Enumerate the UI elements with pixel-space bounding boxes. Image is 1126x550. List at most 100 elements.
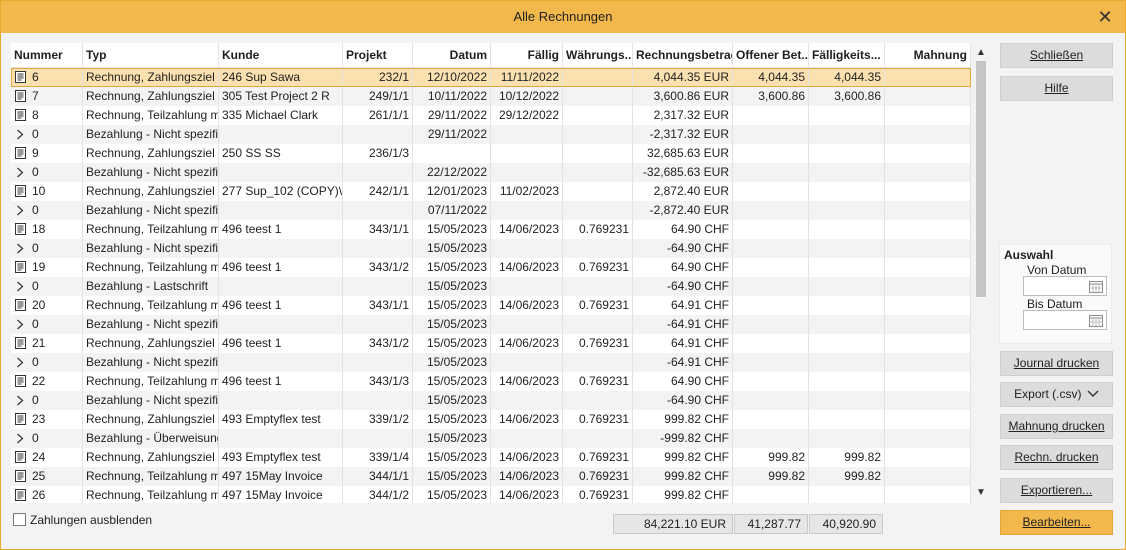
cell-wkurs: [563, 68, 633, 87]
invoice-icon[interactable]: [14, 107, 26, 125]
invoice-icon[interactable]: [14, 487, 26, 503]
table-row[interactable]: 0 Bezahlung - Nicht spezifizi 07/11/2022 -2…: [11, 201, 971, 220]
column-header-kunde[interactable]: Kunde: [219, 43, 343, 67]
cell-faellig: [491, 239, 563, 258]
cell-projekt: [343, 315, 413, 334]
chevron-right-icon[interactable]: [14, 126, 26, 144]
cell-fkeit: [809, 296, 885, 315]
invoice-icon[interactable]: [14, 88, 26, 106]
close-icon[interactable]: ✕: [1095, 7, 1115, 27]
invoice-icon[interactable]: [14, 297, 26, 315]
invoice-icon[interactable]: [14, 183, 26, 201]
chevron-right-icon[interactable]: [14, 392, 26, 410]
table-row[interactable]: 24 Rechnung, Zahlungsziel 493 Emptyflex te…: [11, 448, 971, 467]
table-row[interactable]: 0 Bezahlung - Nicht spezifizi 15/05/2023 -6…: [11, 239, 971, 258]
bearbeiten-button[interactable]: Bearbeiten...: [1000, 510, 1113, 535]
table-row[interactable]: 0 Bezahlung - Lastschrift 15/05/2023 -64.90…: [11, 277, 971, 296]
table-row[interactable]: 0 Bezahlung - Nicht spezifizi 22/12/2022 -3…: [11, 163, 971, 182]
table-row[interactable]: 23 Rechnung, Zahlungsziel 493 Emptyflex te…: [11, 410, 971, 429]
cell-offen: 999.82: [733, 467, 809, 486]
invoice-icon[interactable]: [14, 335, 26, 353]
cell-projekt: 242/1/1: [343, 182, 413, 201]
table-row[interactable]: 19 Rechnung, Teilzahlung mit 496 teest 1 34…: [11, 258, 971, 277]
scroll-down-icon[interactable]: ▼: [973, 485, 989, 501]
bis-datum-input[interactable]: [1023, 310, 1107, 330]
cell-betrag: 999.82 CHF: [633, 467, 733, 486]
table-row[interactable]: 26 Rechnung, Teilzahlung mit 497 15May Inv…: [11, 486, 971, 503]
calendar-icon[interactable]: [1089, 314, 1103, 327]
column-header-datum[interactable]: Datum: [413, 43, 491, 67]
chevron-right-icon[interactable]: [14, 164, 26, 182]
cell-faellig: 14/06/2023: [491, 258, 563, 277]
table-row[interactable]: 8 Rechnung, Teilzahlung mit 335 Michael Cl…: [11, 106, 971, 125]
cell-projekt: 236/1/3: [343, 144, 413, 163]
cell-offen: [733, 391, 809, 410]
hide-payments-toggle[interactable]: Zahlungen ausblenden: [13, 512, 152, 528]
hide-payments-checkbox[interactable]: [13, 513, 26, 526]
von-datum-input[interactable]: [1023, 276, 1107, 296]
column-header-typ[interactable]: Typ: [83, 43, 219, 67]
mahnung-drucken-button[interactable]: Mahnung drucken: [1000, 414, 1113, 439]
invoice-icon[interactable]: [14, 449, 26, 467]
column-header-mahnung[interactable]: Mahnung: [885, 43, 971, 67]
cell-typ: Bezahlung - Nicht spezifizi: [83, 201, 219, 220]
cell-betrag: 64.90 CHF: [633, 258, 733, 277]
table-row[interactable]: 0 Bezahlung - Überweisung 15/05/2023 -999.8…: [11, 429, 971, 448]
chevron-right-icon[interactable]: [14, 278, 26, 296]
table-row[interactable]: 10 Rechnung, Zahlungsziel 277 Sup_102 (COP…: [11, 182, 971, 201]
invoice-icon[interactable]: [14, 145, 26, 163]
table-row[interactable]: 0 Bezahlung - Nicht spezifizi 15/05/2023 -6…: [11, 315, 971, 334]
table-scrollbar[interactable]: ▲ ▼: [973, 43, 989, 503]
table-row[interactable]: 22 Rechnung, Teilzahlung mit 496 teest 1 34…: [11, 372, 971, 391]
schliessen-button[interactable]: Schließen: [1000, 43, 1113, 68]
column-header-wkurs[interactable]: Währungs...: [563, 43, 633, 67]
cell-fkeit: 3,600.86: [809, 87, 885, 106]
column-header-offen[interactable]: Offener Bet...: [733, 43, 809, 67]
column-header-num[interactable]: Nummer: [11, 43, 83, 67]
invoice-number: 6: [32, 70, 39, 84]
table-row[interactable]: 9 Rechnung, Zahlungsziel 250 SS SS 236/1/3 3…: [11, 144, 971, 163]
chevron-right-icon[interactable]: [14, 430, 26, 448]
table-row[interactable]: 6 Rechnung, Zahlungsziel 246 Sup Sawa 232/1…: [11, 68, 971, 87]
table-row[interactable]: 0 Bezahlung - Nicht spezifizi 15/05/2023 -6…: [11, 353, 971, 372]
cell-kunde: 246 Sup Sawa: [219, 68, 343, 87]
table-row[interactable]: 25 Rechnung, Teilzahlung mit 497 15May Inv…: [11, 467, 971, 486]
cell-offen: [733, 106, 809, 125]
scroll-thumb[interactable]: [976, 61, 986, 297]
invoice-icon[interactable]: [14, 468, 26, 486]
chevron-right-icon[interactable]: [14, 316, 26, 334]
invoice-icon[interactable]: [14, 373, 26, 391]
invoice-icon[interactable]: [14, 411, 26, 429]
cell-datum: 22/12/2022: [413, 163, 491, 182]
cell-faellig: [491, 277, 563, 296]
hide-payments-label: Zahlungen ausblenden: [30, 513, 153, 527]
calendar-icon[interactable]: [1089, 280, 1103, 293]
export-csv-button[interactable]: Export (.csv): [1000, 382, 1113, 407]
invoice-icon[interactable]: [14, 259, 26, 277]
table-row[interactable]: 0 Bezahlung - Nicht spezifizi 15/05/2023 -6…: [11, 391, 971, 410]
chevron-right-icon[interactable]: [14, 240, 26, 258]
hilfe-button[interactable]: Hilfe: [1000, 76, 1113, 101]
table-row[interactable]: 0 Bezahlung - Nicht spezifizi 29/11/2022 -2…: [11, 125, 971, 144]
column-header-projekt[interactable]: Projekt: [343, 43, 413, 67]
chevron-right-icon[interactable]: [14, 354, 26, 372]
column-header-betrag[interactable]: Rechnungsbetrag: [633, 43, 733, 67]
column-header-fkeit[interactable]: Fälligkeits...: [809, 43, 885, 67]
cell-kunde: [219, 277, 343, 296]
invoice-icon[interactable]: [14, 69, 26, 87]
cell-betrag: 4,044.35 EUR: [633, 68, 733, 87]
table-row[interactable]: 20 Rechnung, Teilzahlung mit 496 teest 1 34…: [11, 296, 971, 315]
rechn-drucken-button[interactable]: Rechn. drucken: [1000, 445, 1113, 470]
column-header-faellig[interactable]: Fällig: [491, 43, 563, 67]
cell-betrag: -64.90 CHF: [633, 277, 733, 296]
chevron-right-icon[interactable]: [14, 202, 26, 220]
exportieren-button[interactable]: Exportieren...: [1000, 478, 1113, 503]
journal-drucken-button[interactable]: Journal drucken: [1000, 351, 1113, 376]
invoice-icon[interactable]: [14, 221, 26, 239]
table-row[interactable]: 7 Rechnung, Zahlungsziel 305 Test Project …: [11, 87, 971, 106]
cell-typ: Bezahlung - Nicht spezifizi: [83, 125, 219, 144]
scroll-up-icon[interactable]: ▲: [973, 45, 989, 61]
table-row[interactable]: 21 Rechnung, Zahlungsziel 496 teest 1 343/1…: [11, 334, 971, 353]
table-row[interactable]: 18 Rechnung, Teilzahlung mit 496 teest 1 34…: [11, 220, 971, 239]
cell-betrag: -2,872.40 EUR: [633, 201, 733, 220]
